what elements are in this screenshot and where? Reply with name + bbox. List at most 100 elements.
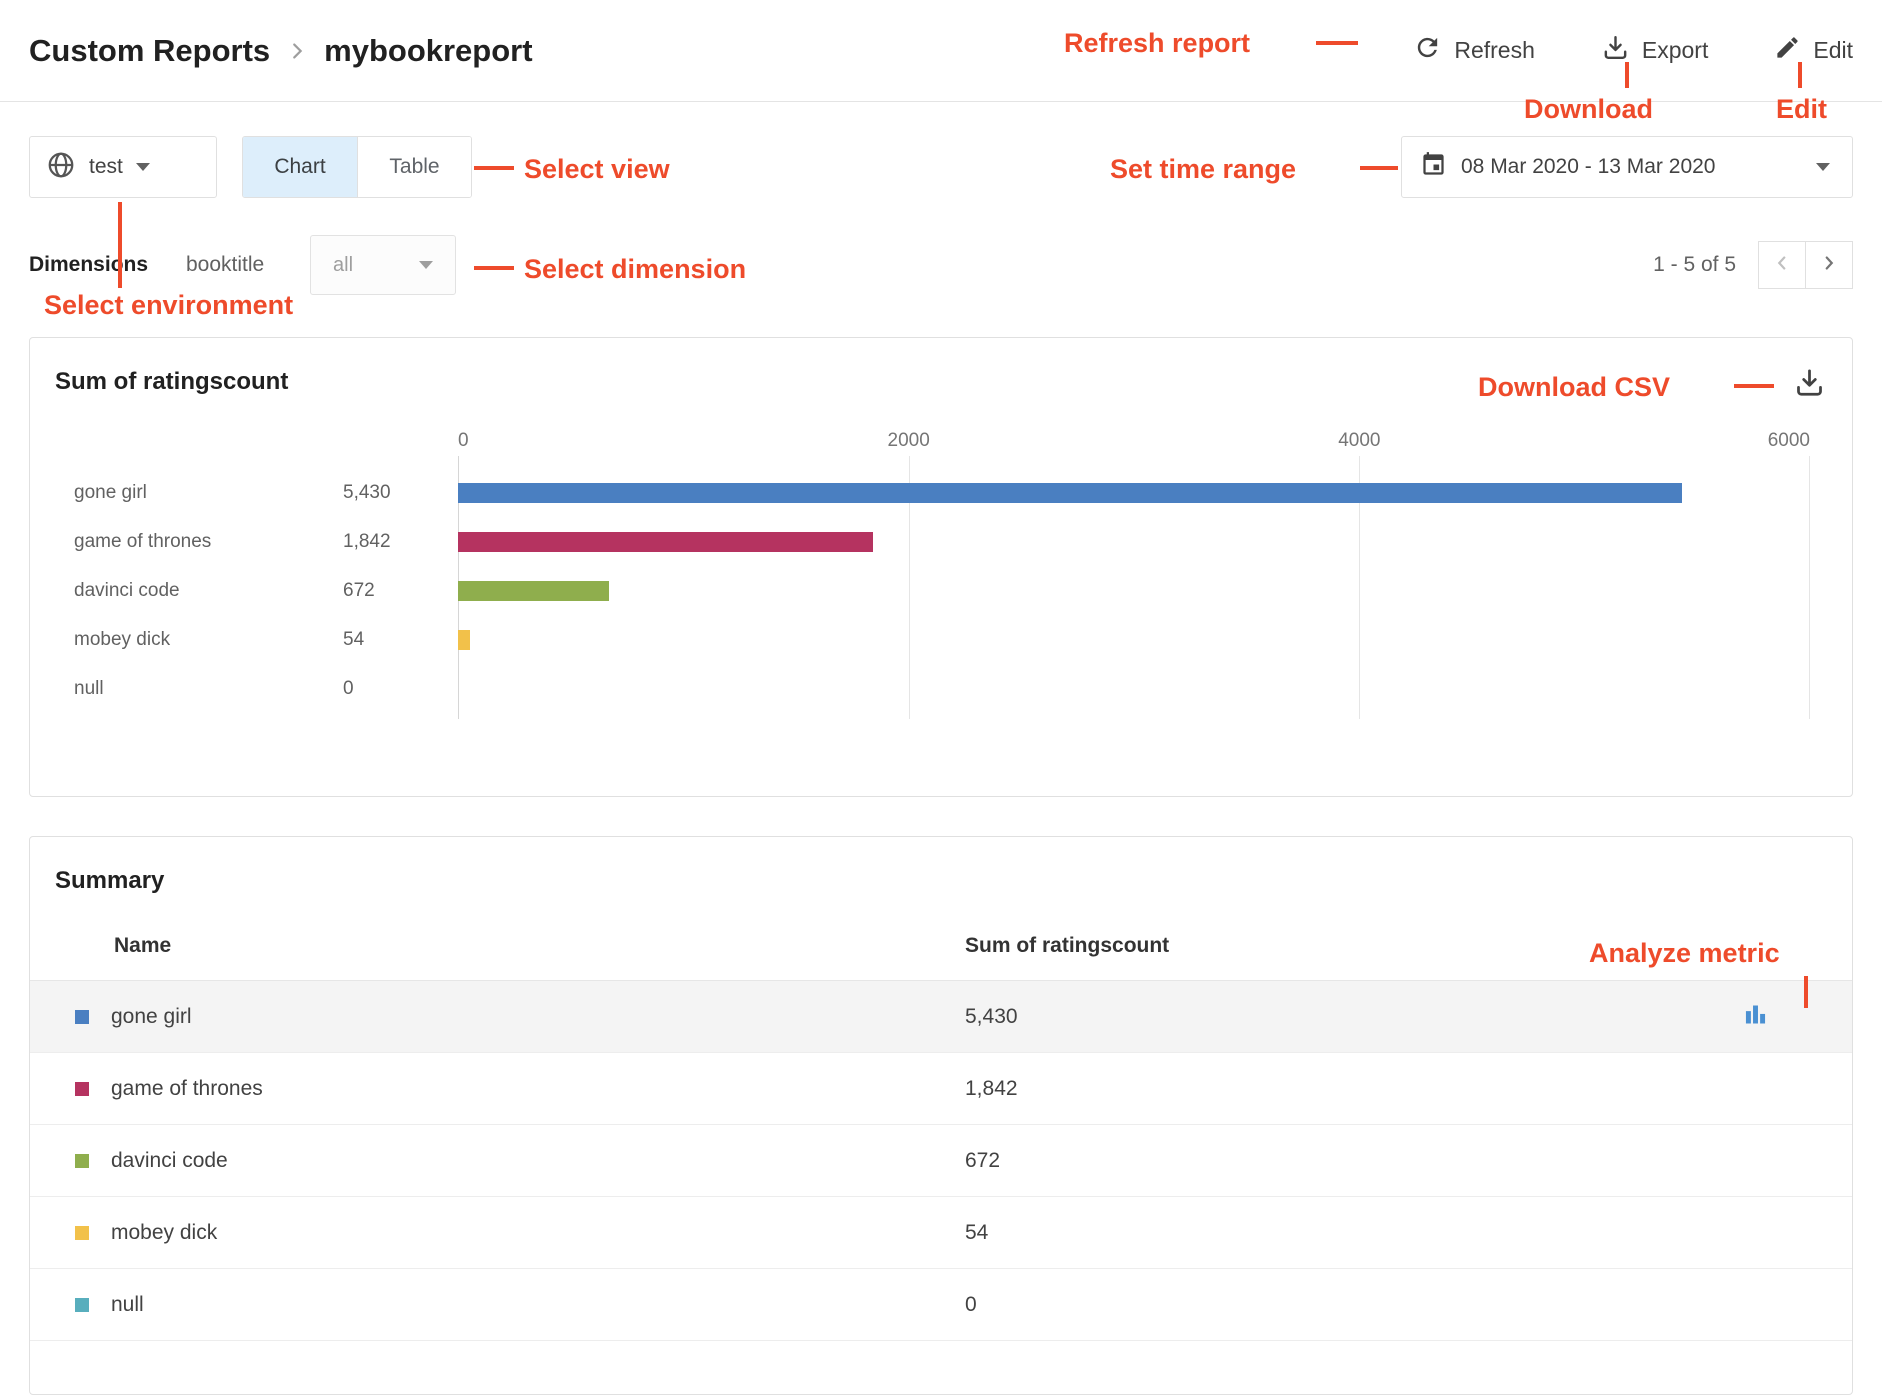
summary-card: Summary Name Sum of ratingscount gone gi… xyxy=(29,836,1853,1395)
row-value: 0 xyxy=(965,1293,1742,1317)
chart-category-label: mobey dick xyxy=(56,629,343,651)
caret-down-icon xyxy=(419,261,433,269)
pagination-buttons xyxy=(1758,241,1853,289)
row-name: game of thrones xyxy=(111,1077,263,1101)
dimension-select[interactable]: all xyxy=(310,235,456,295)
chart-value-label: 1,842 xyxy=(343,531,391,553)
breadcrumb-current: mybookreport xyxy=(324,33,532,69)
pagination: 1 - 5 of 5 xyxy=(1653,241,1853,289)
chart-bar[interactable] xyxy=(458,581,609,601)
chevron-left-icon xyxy=(1771,252,1793,279)
chart-card: Sum of ratingscount 0 2000 4000 6000 xyxy=(29,337,1853,797)
chevron-right-icon xyxy=(286,40,308,62)
chart-value-label: 672 xyxy=(343,580,375,602)
edit-label: Edit xyxy=(1813,37,1853,64)
chart-bar[interactable] xyxy=(458,483,1682,503)
chart-bar-track xyxy=(458,630,1810,650)
table-row[interactable]: gone girl 5,430 xyxy=(30,981,1852,1053)
table-row[interactable]: davinci code 672 xyxy=(30,1125,1852,1197)
export-button[interactable]: Export xyxy=(1601,33,1708,68)
chart-title: Sum of ratingscount xyxy=(30,338,1852,396)
x-tick: 2000 xyxy=(888,430,930,452)
analyze-metric-button[interactable] xyxy=(1742,1001,1852,1033)
dimension-name: booktitle xyxy=(186,253,310,277)
dimensions-label: Dimensions xyxy=(29,253,186,277)
app-header: Custom Reports mybookreport Refresh Expo… xyxy=(0,0,1882,102)
summary-title: Summary xyxy=(30,837,1852,895)
refresh-button[interactable]: Refresh xyxy=(1413,33,1535,68)
chart-category-label: game of thrones xyxy=(56,531,343,553)
summary-table-header: Name Sum of ratingscount xyxy=(30,911,1852,981)
download-csv-button[interactable] xyxy=(1793,366,1826,404)
environment-value: test xyxy=(89,155,123,179)
breadcrumb: Custom Reports mybookreport xyxy=(29,33,533,69)
date-range-picker[interactable]: 08 Mar 2020 - 13 Mar 2020 xyxy=(1401,136,1853,198)
chart-row: game of thrones1,842 xyxy=(56,517,1810,566)
table-row[interactable]: game of thrones 1,842 xyxy=(30,1053,1852,1125)
chart-bar-track xyxy=(458,532,1810,552)
globe-icon xyxy=(46,150,76,185)
table-row[interactable]: null 0 xyxy=(30,1269,1852,1341)
row-name: mobey dick xyxy=(111,1221,217,1245)
chart-bar-track xyxy=(458,483,1810,503)
row-value: 672 xyxy=(965,1149,1742,1173)
date-range-value: 08 Mar 2020 - 13 Mar 2020 xyxy=(1461,155,1715,179)
view-tab-chart[interactable]: Chart xyxy=(243,137,357,197)
view-tab-table[interactable]: Table xyxy=(357,137,471,197)
column-header-value: Sum of ratingscount xyxy=(965,934,1742,958)
chart-bar-track xyxy=(458,679,1810,699)
chart-category-label: davinci code xyxy=(56,580,343,602)
chart-bar-track xyxy=(458,581,1810,601)
chevron-right-icon xyxy=(1818,252,1840,279)
chart-row: null0 xyxy=(56,664,1810,713)
header-actions: Refresh Export Edit xyxy=(1413,33,1853,68)
chart-row: mobey dick54 xyxy=(56,615,1810,664)
pagination-next-button[interactable] xyxy=(1805,241,1853,289)
column-header-name: Name xyxy=(30,934,965,958)
refresh-label: Refresh xyxy=(1454,37,1535,64)
breadcrumb-root[interactable]: Custom Reports xyxy=(29,33,270,69)
caret-down-icon xyxy=(1816,163,1830,171)
series-color-swatch xyxy=(75,1154,89,1168)
row-value: 1,842 xyxy=(965,1077,1742,1101)
chart-row: gone girl5,430 xyxy=(56,468,1810,517)
refresh-icon xyxy=(1413,33,1442,68)
chart-category-label: gone girl xyxy=(56,482,343,504)
chart-value-label: 5,430 xyxy=(343,482,391,504)
series-color-swatch xyxy=(75,1010,89,1024)
calendar-icon xyxy=(1420,151,1447,183)
chart-plot-area: gone girl5,430 game of thrones1,842 davi… xyxy=(56,456,1810,719)
chart-bar[interactable] xyxy=(458,630,470,650)
environment-select[interactable]: test xyxy=(29,136,217,198)
chart-x-axis: 0 2000 4000 6000 xyxy=(56,430,1810,456)
download-icon xyxy=(1601,33,1630,68)
chart-row: davinci code672 xyxy=(56,566,1810,615)
chart-x-ticks: 0 2000 4000 6000 xyxy=(458,430,1810,456)
x-tick: 4000 xyxy=(1338,430,1380,452)
row-name: null xyxy=(111,1293,144,1317)
export-label: Export xyxy=(1642,37,1708,64)
table-row[interactable]: mobey dick 54 xyxy=(30,1197,1852,1269)
pencil-icon xyxy=(1774,34,1801,67)
row-name: gone girl xyxy=(111,1005,192,1029)
x-tick: 0 xyxy=(458,430,469,452)
pagination-range: 1 - 5 of 5 xyxy=(1653,253,1736,277)
download-icon xyxy=(1793,386,1826,403)
dimensions-row: Dimensions booktitle all 1 - 5 of 5 xyxy=(29,235,1853,295)
toolbar: test Chart Table 08 Mar 2020 - 13 Mar 20… xyxy=(29,136,1853,198)
row-value: 54 xyxy=(965,1221,1742,1245)
series-color-swatch xyxy=(75,1298,89,1312)
bar-chart-icon xyxy=(1742,1001,1769,1033)
dimension-value: all xyxy=(333,254,353,277)
pagination-prev-button[interactable] xyxy=(1758,241,1806,289)
bar-chart: 0 2000 4000 6000 gone girl5,430 game of … xyxy=(30,430,1852,719)
edit-button[interactable]: Edit xyxy=(1774,34,1853,67)
x-tick: 6000 xyxy=(1768,430,1810,452)
row-name: davinci code xyxy=(111,1149,228,1173)
custom-report-page: Custom Reports mybookreport Refresh Expo… xyxy=(0,0,1882,1396)
row-value: 5,430 xyxy=(965,1005,1742,1029)
chart-bar[interactable] xyxy=(458,532,873,552)
series-color-swatch xyxy=(75,1226,89,1240)
series-color-swatch xyxy=(75,1082,89,1096)
caret-down-icon xyxy=(136,163,150,171)
